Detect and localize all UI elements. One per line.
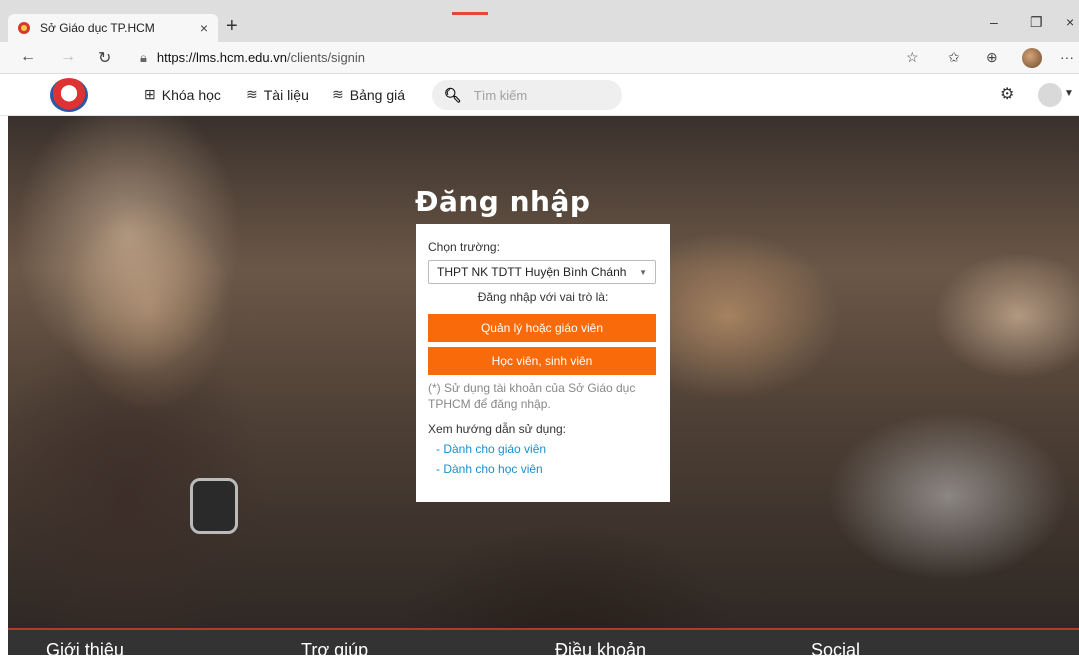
menu-pricing-label: Bảng giá xyxy=(349,86,406,103)
minimize-button[interactable]: – xyxy=(990,14,998,30)
favorites-icon[interactable]: ✩ xyxy=(948,49,960,66)
school-label: Chọn trường: xyxy=(428,240,500,254)
avatar[interactable] xyxy=(1038,83,1062,107)
collections-icon[interactable]: ⊕ xyxy=(986,49,998,66)
guide-teacher-link[interactable]: - Dành cho giáo viên xyxy=(436,442,658,456)
footer-about[interactable]: Giới thiệu xyxy=(46,640,124,661)
footer-help[interactable]: Trợ giúp xyxy=(301,640,368,661)
school-select-value: THPT NK TDTT Huyện Bình Chánh xyxy=(437,265,627,279)
help-icon[interactable]: ⚙ xyxy=(1000,84,1014,104)
footer-social[interactable]: Social xyxy=(811,640,860,661)
search-input[interactable] xyxy=(473,87,604,103)
forward-arrow-icon[interactable]: → xyxy=(60,48,76,66)
site-logo[interactable] xyxy=(50,78,88,112)
browser-profile-icon[interactable] xyxy=(1022,48,1042,68)
url-field[interactable]: 🔒︎ https://lms.hcm.edu.vn/clients/signin xyxy=(140,50,365,66)
restore-button[interactable]: ❐ xyxy=(1030,14,1043,31)
site-favicon-icon xyxy=(18,22,30,34)
page-title: Đăng nhập xyxy=(415,185,591,218)
footer: Giới thiệu Trợ giúp Điều khoản Social xyxy=(8,628,1079,660)
site-header: ⊞ Khóa học ≋ Tài liệu ≋ Bảng giá 🔍︎ ⚙ ▼ xyxy=(0,74,1079,116)
search-box: 🔍︎ xyxy=(432,80,622,110)
guide-student-link[interactable]: - Dành cho học viên xyxy=(436,462,658,476)
chevron-down-icon[interactable]: ▼ xyxy=(1064,88,1074,99)
menu-documents[interactable]: ≋ Tài liệu xyxy=(246,86,309,103)
url-path: /clients/signin xyxy=(286,50,366,65)
guide-label: Xem hướng dẫn sử dụng: xyxy=(428,422,567,436)
chevron-down-icon: ▼ xyxy=(639,267,647,277)
grid-icon: ⊞ xyxy=(144,86,156,102)
browser-tab[interactable]: Sở Giáo dục TP.HCM × xyxy=(8,14,218,42)
role-prompt: Đăng nhập với vai trò là: xyxy=(477,290,609,304)
search-icon[interactable]: 🔍︎ xyxy=(444,87,462,104)
close-window-button[interactable]: × xyxy=(1066,14,1074,30)
more-menu-icon[interactable]: ··· xyxy=(1060,49,1074,65)
address-bar: ← → ↻ 🔒︎ https://lms.hcm.edu.vn/clients/s… xyxy=(0,42,1079,74)
watch-image xyxy=(190,478,238,534)
menu-pricing[interactable]: ≋ Bảng giá xyxy=(332,86,405,103)
student-login-button[interactable]: Học viên, sinh viên xyxy=(428,347,656,375)
new-tab-button[interactable]: + xyxy=(226,14,238,38)
url-host: https://lms.hcm.edu.vn xyxy=(156,50,287,65)
layers-icon: ≋ xyxy=(246,86,258,102)
teacher-login-button[interactable]: Quản lý hoặc giáo viên xyxy=(428,314,656,342)
menu-courses-label: Khóa học xyxy=(161,86,221,103)
account-note: (*) Sử dụng tài khoản của Sở Giáo dục TP… xyxy=(428,381,636,411)
add-favorite-icon[interactable]: ☆ xyxy=(906,49,919,66)
tab-title: Sở Giáo dục TP.HCM xyxy=(40,21,155,35)
menu-documents-label: Tài liệu xyxy=(263,86,309,103)
back-arrow-icon[interactable]: ← xyxy=(20,48,36,66)
menu-courses[interactable]: ⊞ Khóa học xyxy=(144,86,221,103)
footer-terms[interactable]: Điều khoản xyxy=(555,640,646,661)
school-select[interactable]: THPT NK TDTT Huyện Bình Chánh ▼ xyxy=(428,260,656,284)
layers-icon: ≋ xyxy=(332,86,344,102)
tab-close-icon[interactable]: × xyxy=(200,20,208,36)
lock-icon: 🔒︎ xyxy=(140,50,147,65)
browser-tab-strip: Sở Giáo dục TP.HCM × + – ❐ × xyxy=(0,0,1079,42)
tab-indicator xyxy=(452,12,488,15)
refresh-icon[interactable]: ↻ xyxy=(98,48,111,68)
signin-card: Chọn trường: THPT NK TDTT Huyện Bình Chá… xyxy=(416,224,670,502)
